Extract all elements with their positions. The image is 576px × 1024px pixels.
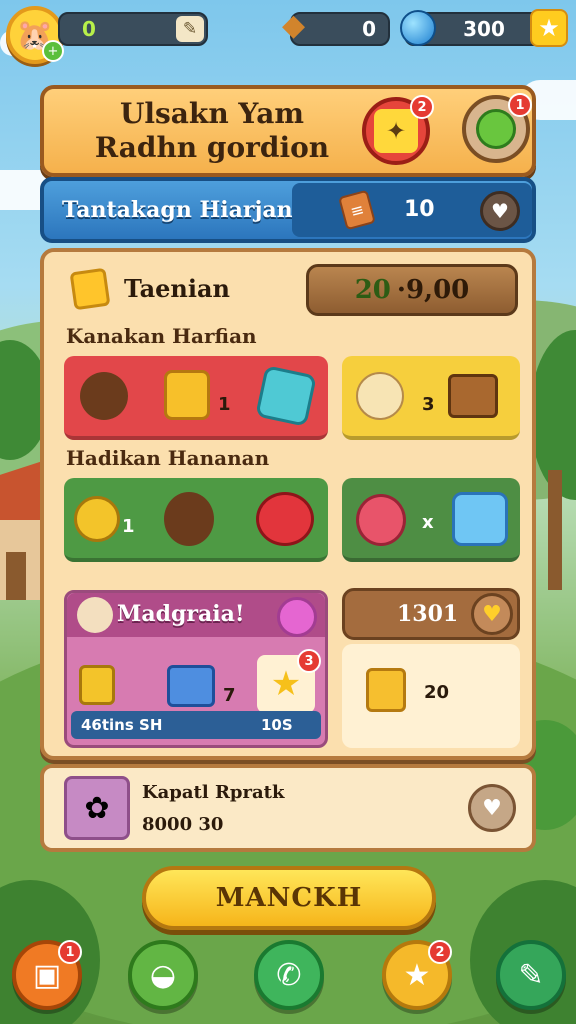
side-scroll-qty: 20 <box>424 682 450 703</box>
info-subtitle: 8000 30 <box>142 814 224 835</box>
heart-icon[interactable]: ♥ <box>480 191 520 231</box>
player-avatar[interactable]: 🐹 + <box>6 6 64 64</box>
like-heart-icon[interactable]: ♥ <box>468 784 516 832</box>
info-card[interactable]: ✿ Kapatl Rpratk 8000 30 ♥ <box>40 764 536 852</box>
reward-row-green-2[interactable]: x <box>342 478 520 562</box>
map-icon: ✦ <box>374 109 418 153</box>
nav-farm-button[interactable]: ◒ <box>128 940 198 1010</box>
scroll-icon: ≡ <box>338 189 376 231</box>
title-banner: Ulsakn Yam Radhn gordion ✦ 2 1 <box>40 85 536 177</box>
title-text: Ulsakn Yam Radhn gordion <box>62 97 362 165</box>
promo-card[interactable]: Madgraia! 7 ★ 3 46tins SH 10S <box>64 590 328 748</box>
creature-face-icon <box>77 597 113 633</box>
xp-counter: 0 ✎ <box>58 12 208 46</box>
pink-heart-icon <box>277 597 317 637</box>
red-heart-fruit-icon <box>256 492 314 546</box>
xp-value: 0 <box>82 17 96 41</box>
side-value: 1301 <box>397 601 459 627</box>
event-button-badge: 2 <box>410 95 434 119</box>
gem-orb-icon <box>400 10 436 46</box>
score-a: 20 <box>354 275 391 305</box>
main-action-button[interactable]: MANCKH <box>142 866 436 930</box>
gift-count: 0 <box>362 17 376 41</box>
gift-box-icon: ◆ <box>282 8 306 43</box>
promo-bar: 46tins SH 10S <box>71 711 321 739</box>
quest-banner[interactable]: Tantakagn Hiarjan ≡ 10 ♥ <box>40 177 536 243</box>
bottom-nav: ▣ 1 ◒ ✆ ★ 2 ✎ <box>0 940 576 1020</box>
star-item-badge: 3 <box>297 649 321 673</box>
gold-star-icon: ★ <box>270 664 302 704</box>
promo-bar-right: 10S <box>261 716 293 734</box>
star-shop-icon[interactable]: ★ <box>530 9 568 47</box>
nav-call-button[interactable]: ✆ <box>254 940 324 1010</box>
panel-scroll-icon <box>69 267 111 311</box>
coin-stack-icon <box>79 665 115 705</box>
blue-dice-icon <box>167 665 215 707</box>
reward-row-yellow[interactable]: 3 <box>342 356 520 440</box>
star-trophy-icon: ★ <box>403 957 431 993</box>
side-value-box: 1301 ♥ <box>342 588 520 640</box>
nav-inventory-button[interactable]: ▣ 1 <box>12 940 82 1010</box>
promo-qty: 7 <box>223 685 236 706</box>
gift-counter: ◆ 0 <box>282 8 390 46</box>
promo-header: Madgraia! <box>67 593 325 637</box>
section-1-label: Kanakan Harfian <box>66 324 257 348</box>
nav-settings-button[interactable]: ✎ <box>496 940 566 1010</box>
bag-icon: ▣ <box>32 957 62 993</box>
quest-count: 10 <box>404 197 435 222</box>
edit-pencil-icon[interactable]: ✎ <box>176 16 204 42</box>
onion-creature-icon <box>356 372 404 420</box>
nav-4-badge: 2 <box>428 940 452 964</box>
star-item-slot: ★ 3 <box>257 649 321 713</box>
gem-count: 300 <box>463 17 505 41</box>
reward-button-badge: 1 <box>508 93 532 117</box>
reward-row-red[interactable]: 1 <box>64 356 328 440</box>
top-hud: 🐹 + 0 ✎ ◆ 0 300 ★ <box>0 6 576 64</box>
nav-achievements-button[interactable]: ★ 2 <box>382 940 452 1010</box>
acorn-creature-icon <box>164 492 214 546</box>
pomegranate-icon <box>356 494 406 546</box>
gold-chest-icon <box>164 370 210 420</box>
quest-title: Tantakagn Hiarjan <box>62 197 293 223</box>
yellow-row-qty: 3 <box>422 394 435 415</box>
green-orb-icon <box>476 109 516 149</box>
score-b: ·9,00 <box>396 275 470 305</box>
info-title: Kapatl Rpratk <box>142 782 285 803</box>
score-box: 20 ·9,00 <box>306 264 518 316</box>
nav-1-badge: 1 <box>58 940 82 964</box>
side-item-box[interactable]: 20 <box>342 644 520 748</box>
sun-creature-icon: ✿ <box>64 776 130 840</box>
wooden-chest-icon <box>448 374 498 418</box>
red-row-qty: 1 <box>218 394 231 415</box>
blue-pillow-icon <box>452 492 508 546</box>
teal-cube-icon <box>255 365 317 427</box>
section-2-label: Hadikan Hananan <box>66 446 270 470</box>
gold-scroll-icon <box>366 668 406 712</box>
promo-bar-left: 46tins SH <box>81 716 163 734</box>
quest-counter-box: ≡ 10 ♥ <box>292 183 532 237</box>
panel-title: Taenian <box>124 274 230 303</box>
green-row-qty: 1 <box>122 516 135 537</box>
event-button[interactable]: ✦ 2 <box>362 95 434 165</box>
promo-title: Madgraia! <box>117 601 245 627</box>
green-row2-qty: x <box>422 512 434 533</box>
main-panel: Taenian 20 ·9,00 Kanakan Harfian 1 3 Had… <box>40 248 536 760</box>
gold-coin-icon <box>74 496 120 542</box>
gem-counter: 300 ★ <box>400 9 568 47</box>
title-line-2: Radhn gordion <box>94 131 330 164</box>
phone-icon: ✆ <box>276 957 302 993</box>
reward-row-green[interactable]: 1 <box>64 478 328 562</box>
title-line-1: Ulsakn Yam <box>119 97 305 130</box>
chestnut-creature-icon <box>80 372 128 420</box>
gold-heart-icon[interactable]: ♥ <box>471 593 513 635</box>
reward-button[interactable]: 1 <box>462 93 532 163</box>
tools-icon: ✎ <box>518 957 544 993</box>
bowl-icon: ◒ <box>149 957 177 993</box>
